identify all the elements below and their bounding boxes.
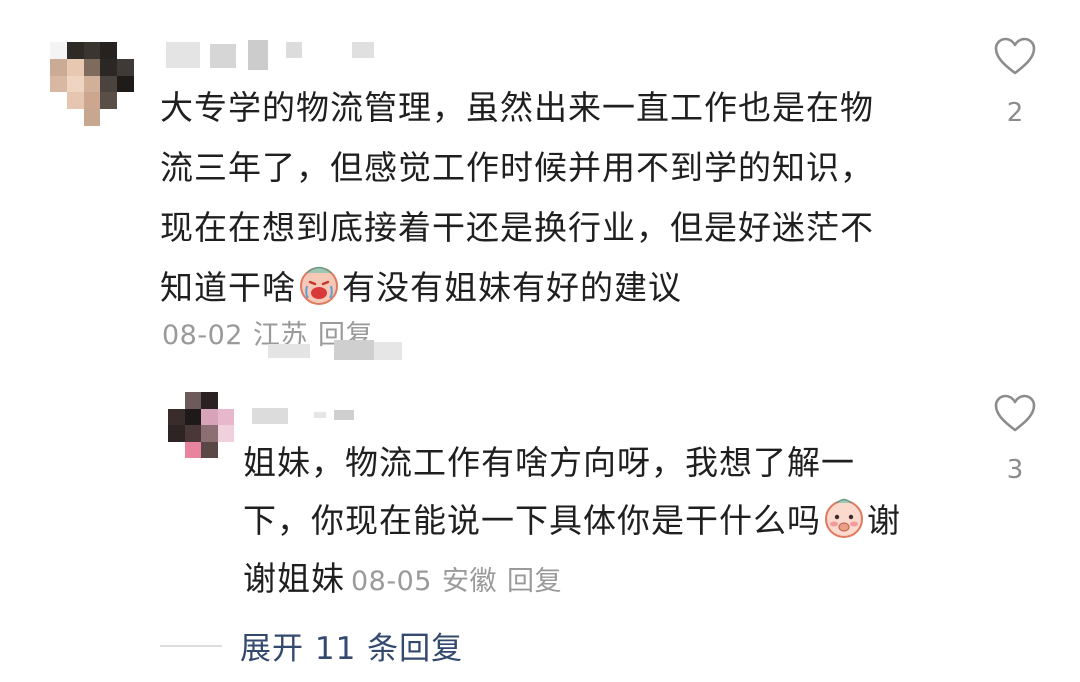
username-redacted[interactable] xyxy=(166,40,386,74)
heart-icon xyxy=(994,37,1036,75)
comment-text: 大专学的物流管理，虽然出来一直工作也是在物 流三年了，但感觉工作时候并用不到学的… xyxy=(160,78,940,318)
reply-location: 安徽 xyxy=(441,566,497,597)
expand-replies-button[interactable]: 展开 11 条回复 xyxy=(160,623,463,668)
like-count: 2 xyxy=(1006,98,1024,128)
divider-line xyxy=(160,644,222,647)
comment-line: 大专学的物流管理，虽然出来一直工作也是在物 xyxy=(160,88,874,127)
like-button[interactable]: 2 xyxy=(992,36,1038,128)
reply-line-end: 谢 xyxy=(867,501,901,540)
comment-thread: 大专学的物流管理，虽然出来一直工作也是在物 流三年了，但感觉工作时候并用不到学的… xyxy=(0,0,1080,682)
expand-replies-label: 展开 11 条回复 xyxy=(240,631,464,667)
reply-username-redacted[interactable] xyxy=(244,406,384,426)
redaction-block xyxy=(334,340,374,360)
crying-face-emoji xyxy=(298,264,340,306)
reply-line: 下，你现在能说一下具体你是干什么吗 xyxy=(243,501,821,540)
reply-like-count: 3 xyxy=(1006,455,1024,485)
reply-avatar[interactable] xyxy=(168,392,234,458)
comment-line: 知道干啥 xyxy=(160,268,296,307)
avatar[interactable] xyxy=(50,42,134,126)
redaction-block xyxy=(268,344,310,358)
comment-date: 08-02 xyxy=(162,320,243,351)
reply-like-button[interactable]: 3 xyxy=(992,393,1038,485)
redaction-block xyxy=(374,342,402,360)
reply-line: 姐妹，物流工作有啥方向呀，我想了解一 xyxy=(243,443,855,482)
reply-line: 谢姐妹 xyxy=(243,559,345,598)
reply-reply-button[interactable]: 回复 xyxy=(507,566,562,597)
comment-line: 流三年了，但感觉工作时候并用不到学的知识， xyxy=(160,148,874,187)
comment-line: 现在在想到底接着干还是换行业，但是好迷茫不 xyxy=(160,208,874,247)
heart-icon xyxy=(994,394,1036,432)
reply-date: 08-05 xyxy=(351,566,432,597)
reply-text: 姐妹，物流工作有啥方向呀，我想了解一 下，你现在能说一下具体你是干什么吗 谢 谢… xyxy=(243,434,963,611)
comment-line-end: 有没有姐妹有好的建议 xyxy=(342,268,682,307)
shy-face-emoji xyxy=(823,497,865,539)
reply-meta: 08-05 安徽 回复 xyxy=(351,566,562,597)
